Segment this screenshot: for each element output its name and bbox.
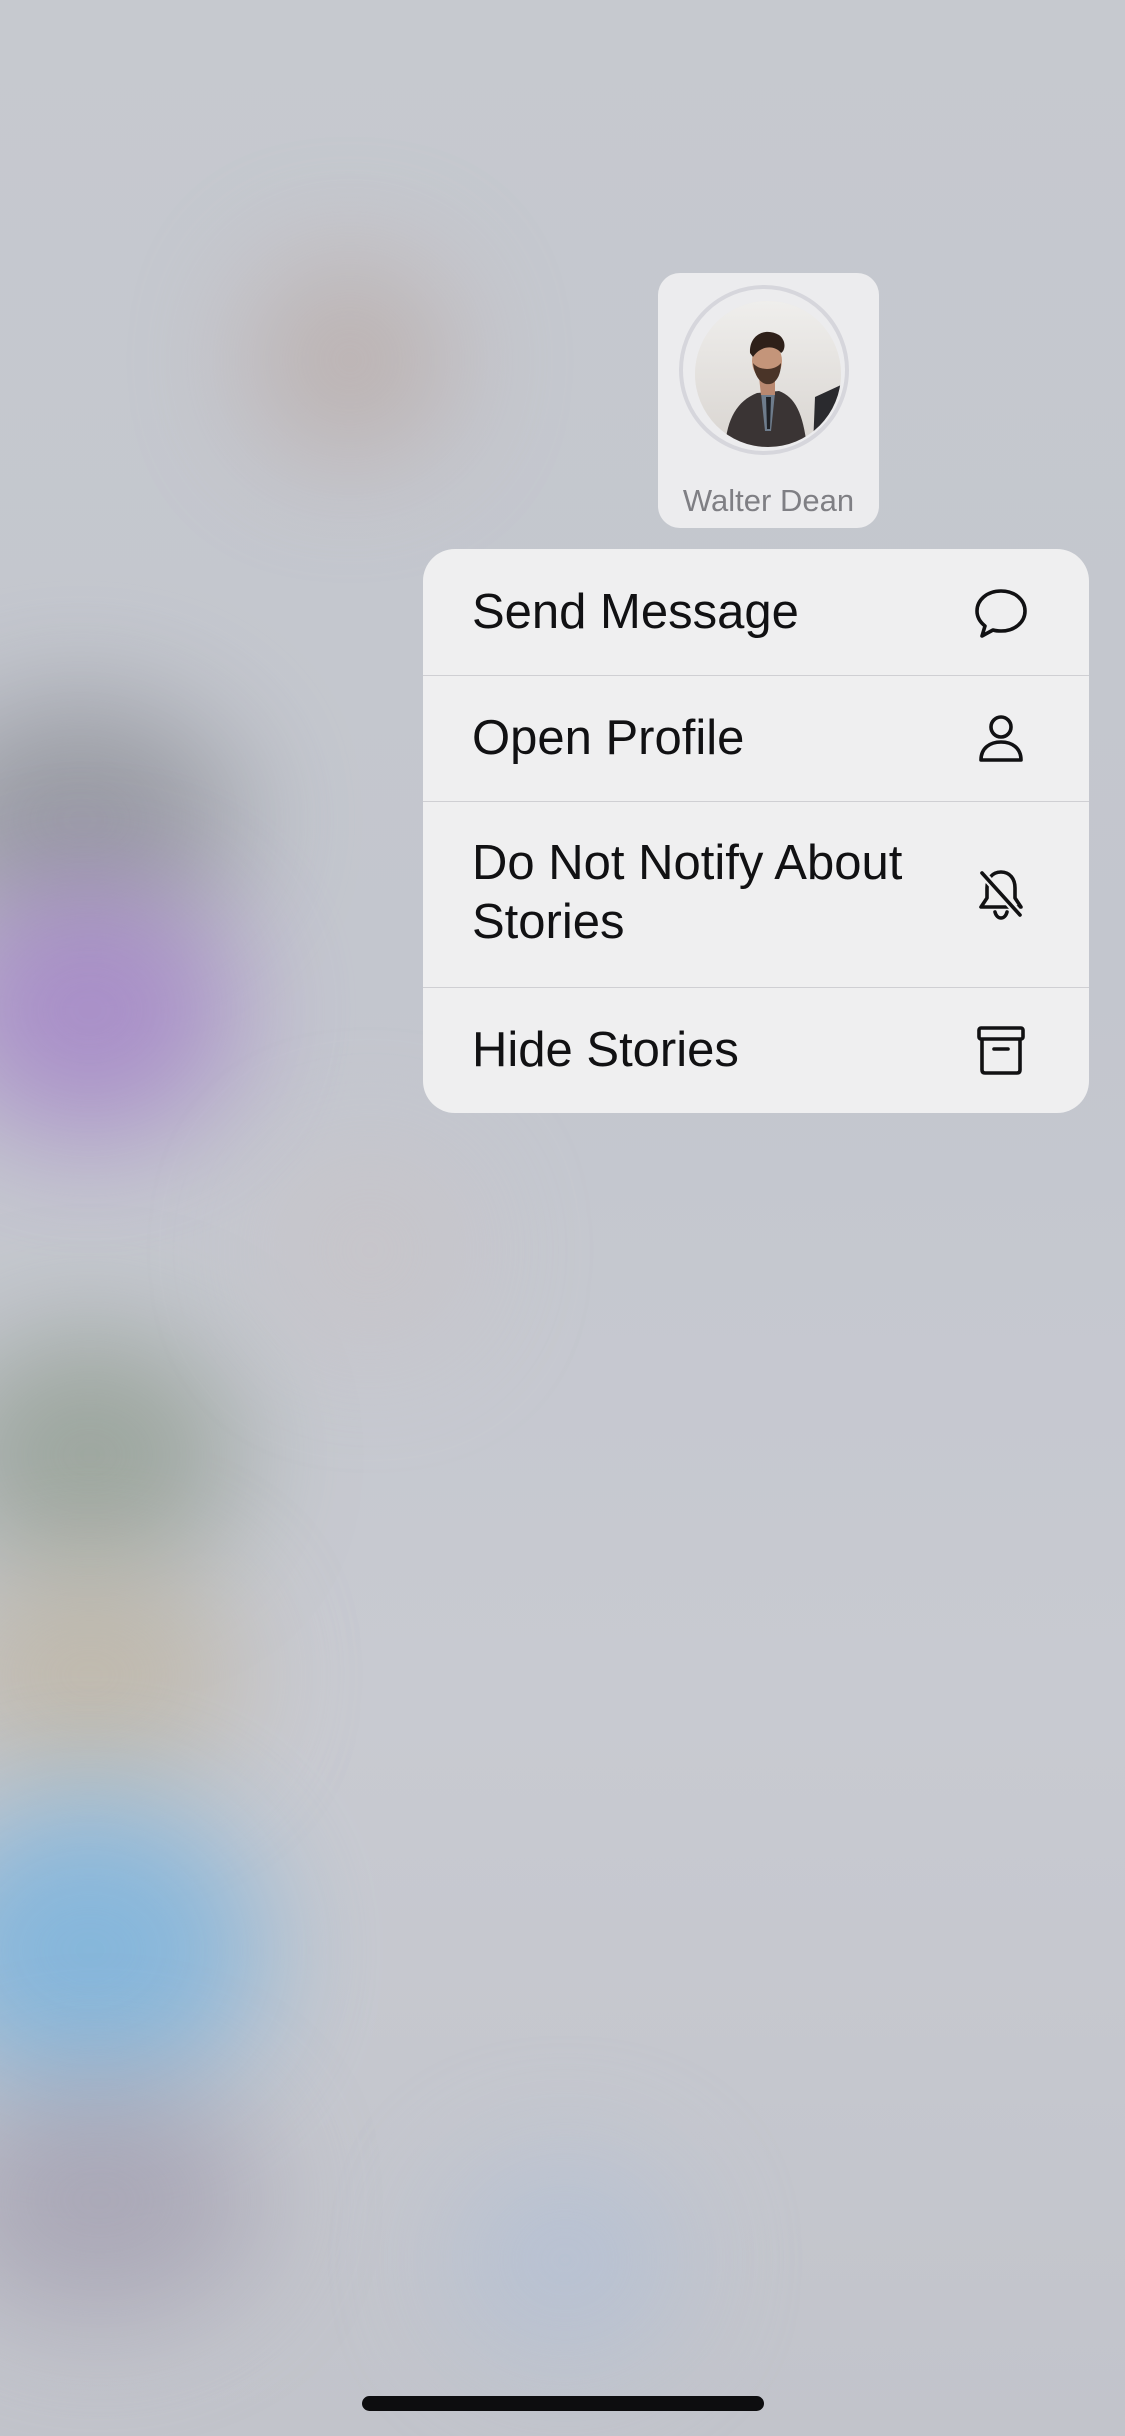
story-ring xyxy=(679,285,849,455)
menu-item-label: Do Not Notify About Stories xyxy=(472,836,903,949)
menu-item-hide-stories[interactable]: Hide Stories xyxy=(423,988,1089,1113)
context-menu: Send Message Open Profile Do Not Notify … xyxy=(423,549,1089,1113)
background-blur xyxy=(450,2160,680,2360)
speech-bubble-icon xyxy=(971,583,1031,643)
archive-box-icon xyxy=(971,1020,1031,1080)
menu-item-do-not-notify[interactable]: Do Not Notify About Stories xyxy=(423,802,1089,988)
background-blur xyxy=(250,260,450,460)
menu-item-open-profile[interactable]: Open Profile xyxy=(423,676,1089,802)
avatar xyxy=(695,301,841,447)
person-icon xyxy=(971,708,1031,768)
story-preview-card[interactable]: Walter Dean xyxy=(658,273,879,528)
home-indicator[interactable] xyxy=(362,2396,764,2411)
bell-slash-icon xyxy=(971,864,1031,924)
background-blur xyxy=(270,1150,470,1350)
screen: Walter Dean Send Message Open Profile Do… xyxy=(0,0,1125,2436)
story-user-name: Walter Dean xyxy=(682,483,855,518)
menu-item-label: Hide Stories xyxy=(472,1023,739,1077)
menu-item-send-message[interactable]: Send Message xyxy=(423,549,1089,676)
menu-item-label: Open Profile xyxy=(472,711,745,765)
menu-item-label: Send Message xyxy=(472,585,799,639)
